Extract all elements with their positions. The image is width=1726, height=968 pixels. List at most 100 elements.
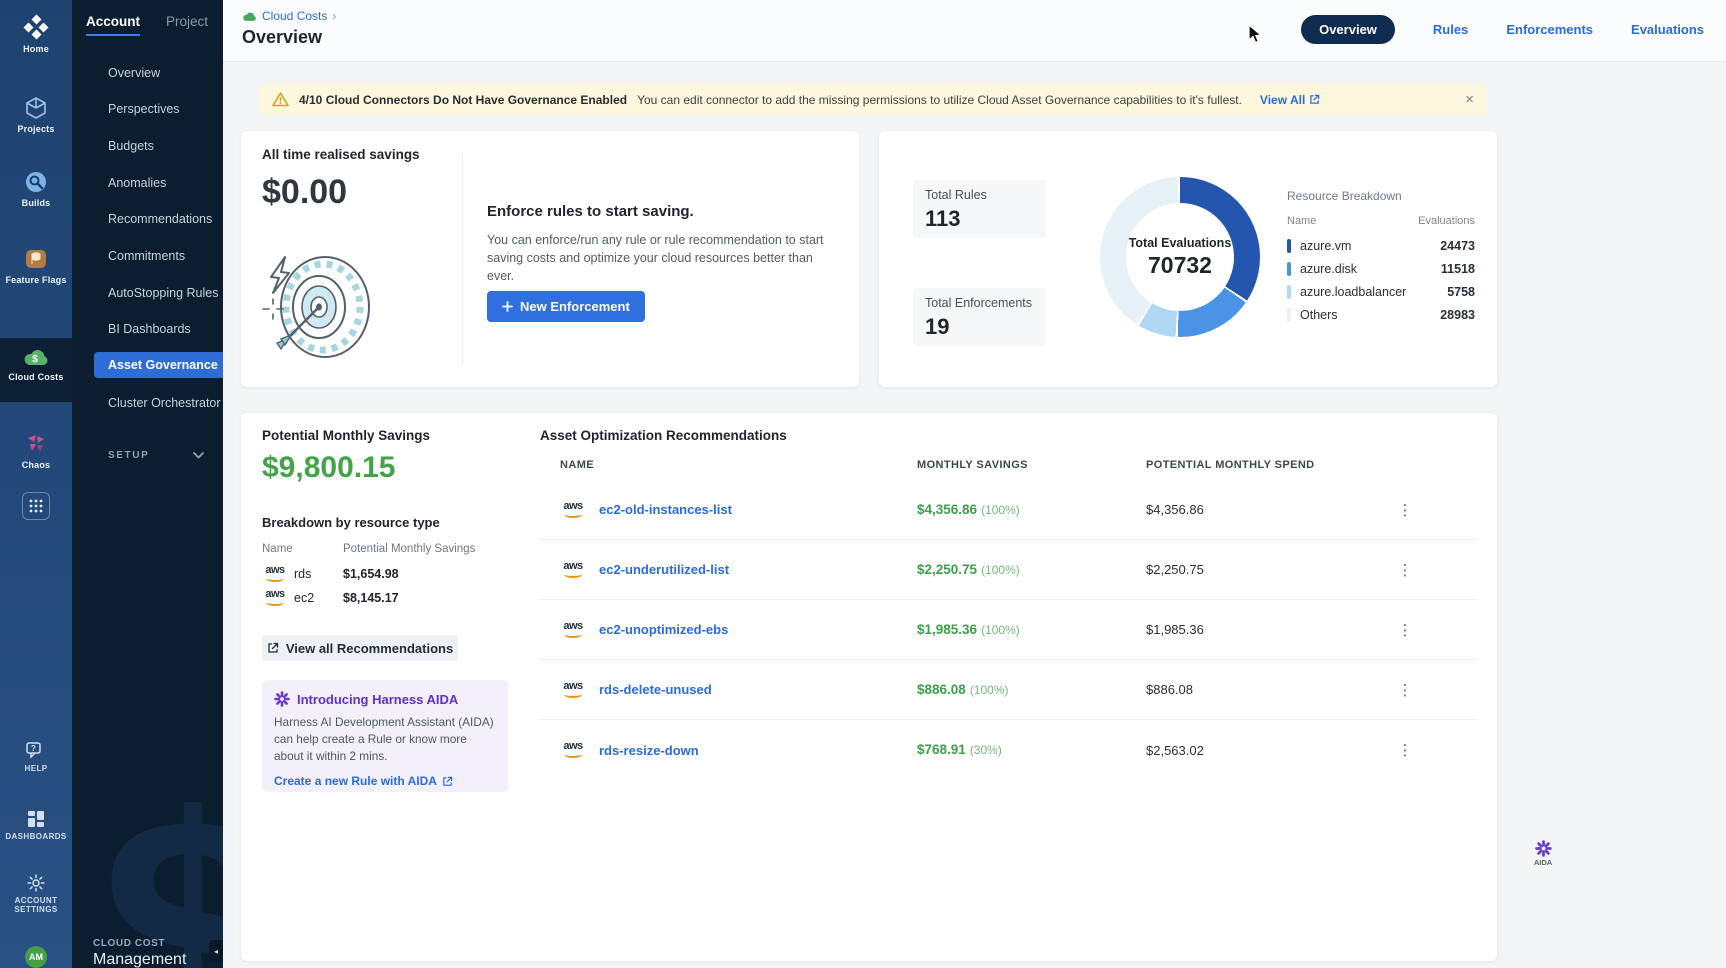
recommendation-link[interactable]: ec2-underutilized-list [599, 562, 729, 577]
breadcrumb-separator: › [332, 9, 336, 23]
aws-icon: aws [560, 561, 586, 579]
collapse-arrow-icon: ◂ [214, 947, 218, 956]
tab-overview[interactable]: Overview [1301, 15, 1395, 44]
kebab-menu-icon[interactable]: ⋮ [1396, 501, 1414, 519]
rail-item-chaos[interactable]: Chaos [0, 432, 72, 470]
aida-promo-title: Introducing Harness AIDA [297, 692, 458, 707]
table-row[interactable]: aws ec2-underutilized-list $2,250.75(100… [540, 540, 1476, 600]
rail-item-cloud-costs[interactable]: $ Cloud Costs [0, 338, 72, 402]
aida-flower-icon [274, 691, 290, 707]
breadcrumb-cloud-costs-link[interactable]: Cloud Costs [262, 9, 327, 23]
aida-flower-icon [1528, 840, 1558, 857]
kebab-menu-icon[interactable]: ⋮ [1396, 681, 1414, 699]
page-title: Overview [242, 27, 322, 48]
cloud-costs-icon: $ [0, 346, 72, 368]
aws-icon: aws [262, 589, 288, 607]
legend-row: Others 28983 [1287, 308, 1475, 322]
sidebar-item-asset-governance[interactable]: Asset Governance [94, 352, 223, 378]
aws-icon: aws [560, 501, 586, 519]
sidebar-item-commitments[interactable]: Commitments [108, 249, 185, 263]
left-rail: Home Projects Builds Feature Flags [0, 0, 72, 968]
chevron-down-icon [193, 452, 204, 459]
sidebar-setup-toggle[interactable]: SETUP [108, 450, 204, 461]
realised-savings-title: All time realised savings [262, 147, 420, 162]
harness-home-icon [0, 14, 72, 40]
view-all-recommendations-button[interactable]: View all Recommendations [262, 635, 458, 661]
banner-message: You can edit connector to add the missin… [637, 93, 1242, 107]
builds-icon [0, 170, 72, 194]
aws-icon: aws [560, 741, 586, 759]
sidebar-item-bi-dashboards[interactable]: BI Dashboards [108, 322, 191, 336]
potential-savings-value: $9,800.15 [262, 451, 395, 485]
table-row[interactable]: aws ec2-unoptimized-ebs $1,985.36(100%) … [540, 600, 1476, 660]
rail-item-feature-flags[interactable]: Feature Flags [0, 247, 72, 285]
tab-enforcements[interactable]: Enforcements [1506, 22, 1593, 37]
sidebar-item-anomalies[interactable]: Anomalies [108, 176, 166, 190]
rail-item-account-settings[interactable]: ACCOUNT SETTINGS [0, 874, 72, 914]
banner-view-all-link[interactable]: View All [1260, 93, 1320, 107]
kebab-menu-icon[interactable]: ⋮ [1396, 561, 1414, 579]
recommendation-link[interactable]: ec2-unoptimized-ebs [599, 622, 728, 637]
svg-text:$: $ [32, 354, 38, 365]
recommendations-card: Potential Monthly Savings $9,800.15 Brea… [241, 413, 1497, 961]
recommendation-link[interactable]: rds-resize-down [599, 743, 699, 758]
sidebar-item-cluster-orchestrator[interactable]: Cluster Orchestrator [108, 396, 221, 410]
tab-rules[interactable]: Rules [1433, 22, 1468, 37]
kebab-menu-icon[interactable]: ⋮ [1396, 621, 1414, 639]
plus-icon [502, 301, 513, 312]
recommendations-table-title: Asset Optimization Recommendations [540, 428, 787, 443]
aws-icon: aws [560, 621, 586, 639]
vertical-divider [462, 153, 463, 365]
close-icon[interactable]: × [1465, 91, 1474, 108]
total-enforcements-stat: Total Enforcements 19 [913, 288, 1046, 346]
sidebar-item-overview[interactable]: Overview [108, 66, 160, 80]
help-chat-icon: ? [0, 742, 72, 760]
table-row[interactable]: aws rds-resize-down $768.91(30%) $2,563.… [540, 720, 1476, 780]
create-rule-with-aida-link[interactable]: Create a new Rule with AIDA [274, 774, 496, 788]
cloud-icon [242, 11, 257, 22]
rail-item-home[interactable]: Home [0, 14, 72, 54]
feature-flags-icon [0, 247, 72, 271]
resource-breakdown-legend: Resource Breakdown Name Evaluations azur… [1287, 189, 1475, 331]
rail-item-help[interactable]: ? HELP [0, 742, 72, 773]
module-grid-button[interactable] [22, 492, 50, 520]
potential-savings-title: Potential Monthly Savings [262, 428, 430, 443]
rail-item-builds[interactable]: Builds [0, 170, 72, 208]
table-row[interactable]: aws ec2-old-instances-list $4,356.86(100… [540, 480, 1476, 540]
main-content: Cloud Costs › Overview Overview Rules En… [223, 0, 1726, 968]
recommendation-link[interactable]: rds-delete-unused [599, 682, 712, 697]
external-link-icon [267, 642, 279, 654]
governance-warning-banner: 4/10 Cloud Connectors Do Not Have Govern… [259, 84, 1487, 115]
recommendation-link[interactable]: ec2-old-instances-list [599, 502, 732, 517]
aida-fab-button[interactable]: AIDA [1528, 840, 1558, 867]
table-row[interactable]: aws rds-delete-unused $886.08(100%) $886… [540, 660, 1476, 720]
governance-tabs: Overview Rules Enforcements Evaluations [1301, 15, 1704, 44]
aida-promo-body: Harness AI Development Assistant (AIDA) … [274, 714, 496, 765]
tab-evaluations[interactable]: Evaluations [1631, 22, 1704, 37]
new-enforcement-button[interactable]: New Enforcement [487, 291, 645, 322]
recommendations-table: NAME MONTHLY SAVINGS POTENTIAL MONTHLY S… [540, 459, 1476, 780]
legend-row: azure.loadbalancer 5758 [1287, 285, 1475, 299]
breadcrumb: Cloud Costs › [242, 9, 336, 23]
collapse-sidebar-button[interactable]: ◂ [209, 940, 223, 962]
sidebar-tab-project[interactable]: Project [166, 14, 208, 36]
sidebar-item-perspectives[interactable]: Perspectives [108, 102, 180, 116]
sidebar-item-recommendations[interactable]: Recommendations [108, 212, 212, 226]
warning-triangle-icon [272, 92, 289, 107]
gear-icon [0, 874, 72, 892]
legend-row: azure.vm 24473 [1287, 239, 1475, 253]
legend-chip [1287, 285, 1291, 299]
rail-item-projects[interactable]: Projects [0, 96, 72, 134]
sidebar-tab-account[interactable]: Account [86, 14, 140, 36]
evaluations-donut-chart: Total Evaluations 70732 [1100, 177, 1260, 337]
sidebar-item-budgets[interactable]: Budgets [108, 139, 154, 153]
kebab-menu-icon[interactable]: ⋮ [1396, 741, 1414, 759]
page-header: Cloud Costs › Overview Overview Rules En… [223, 0, 1726, 62]
aws-icon: aws [560, 681, 586, 699]
sidebar-item-autostopping-rules[interactable]: AutoStopping Rules [108, 286, 219, 300]
breakdown-by-resource-title: Breakdown by resource type [262, 515, 440, 530]
legend-chip [1287, 239, 1291, 253]
grid-icon [29, 499, 43, 513]
rail-item-dashboards[interactable]: DASHBOARDS [0, 810, 72, 841]
user-avatar[interactable]: AM [25, 946, 47, 968]
